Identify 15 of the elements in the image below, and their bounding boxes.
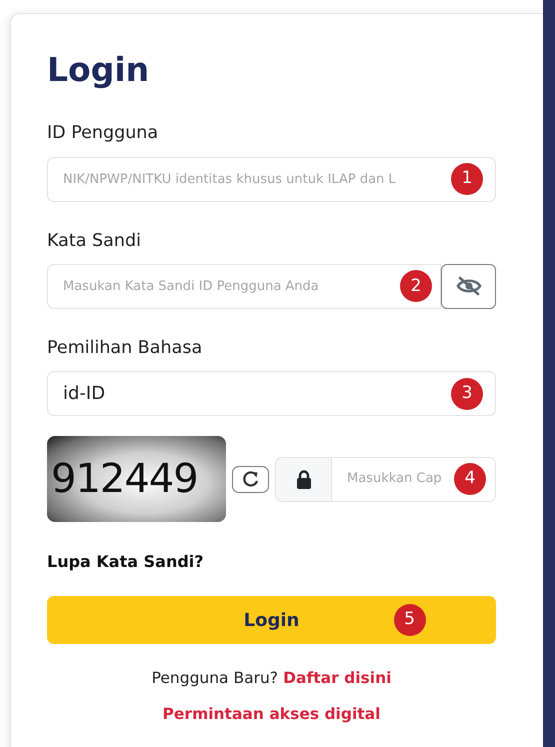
refresh-button[interactable] [232,466,269,493]
forgot-password-link[interactable]: Lupa Kata Sandi? [47,550,204,574]
toggle-visibility-button[interactable] [441,264,496,309]
refresh-icon [242,470,260,488]
captcha-text: 912449 [51,459,198,500]
eye-off-icon [456,276,482,296]
field-label: Pemilihan Bahasa [47,336,202,360]
lock-icon [296,470,312,489]
digital-access-link[interactable]: Permintaan akses digital [162,705,380,724]
field-label: Kata Sandi [47,230,141,253]
field-label: ID Pengguna [47,122,158,146]
captcha-field[interactable]: Masukkan Cap 4 [275,456,496,502]
register-link[interactable]: Daftar disini [283,669,392,688]
register-prompt: Pengguna Baru? [152,669,278,688]
page-title: Login [47,52,150,88]
